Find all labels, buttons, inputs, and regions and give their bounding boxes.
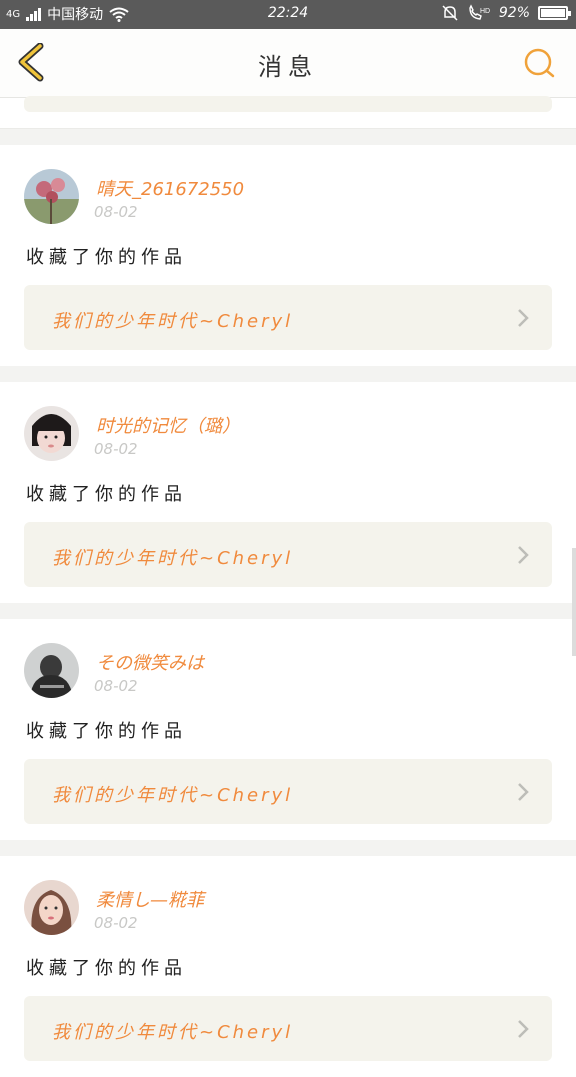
work-title: 我们的少年时代~Cheryl	[52, 1022, 294, 1043]
previous-work-link[interactable]	[24, 96, 552, 112]
page-title: 消息	[258, 53, 318, 81]
username[interactable]: その微笑みは	[96, 649, 204, 675]
message-card: 晴天_261672550 08-02 收藏了你的作品 我们的少年时代~Chery…	[0, 145, 576, 366]
card-divider	[0, 129, 576, 145]
message-card: その微笑みは 08-02 收藏了你的作品 我们的少年时代~Cheryl	[0, 619, 576, 840]
battery-fill	[541, 9, 565, 17]
avatar[interactable]	[24, 406, 79, 461]
scrollbar[interactable]	[572, 548, 576, 656]
svg-text:HD: HD	[480, 8, 490, 15]
message-date: 08-02	[94, 440, 138, 458]
chevron-right-icon	[518, 1020, 529, 1038]
username[interactable]: 时光的记忆（璐）	[96, 412, 240, 438]
message-feed[interactable]: 晴天_261672550 08-02 收藏了你的作品 我们的少年时代~Chery…	[0, 96, 576, 1077]
work-link[interactable]: 我们的少年时代~Cheryl	[24, 996, 552, 1061]
mute-bell-icon	[442, 5, 458, 21]
action-text: 收藏了你的作品	[26, 721, 187, 742]
avatar[interactable]	[24, 169, 79, 224]
message-date: 08-02	[94, 914, 138, 932]
chevron-right-icon	[518, 546, 529, 564]
message-card: 柔情し—糀菲 08-02 收藏了你的作品 我们的少年时代~Cheryl	[0, 856, 576, 1077]
card-divider	[0, 840, 576, 856]
username[interactable]: 柔情し—糀菲	[96, 886, 204, 912]
title-bar: 消息	[0, 29, 576, 98]
card-divider	[0, 366, 576, 382]
previous-card-stub	[0, 96, 576, 129]
message-date: 08-02	[94, 677, 138, 695]
message-card: 时光的记忆（璐） 08-02 收藏了你的作品 我们的少年时代~Cheryl	[0, 382, 576, 603]
avatar[interactable]	[24, 880, 79, 935]
action-text: 收藏了你的作品	[26, 484, 187, 505]
search-icon[interactable]	[522, 46, 556, 80]
message-date: 08-02	[94, 203, 138, 221]
work-link[interactable]: 我们的少年时代~Cheryl	[24, 522, 552, 587]
status-right: HD 92%	[441, 4, 571, 22]
action-text: 收藏了你的作品	[26, 958, 187, 979]
work-title: 我们的少年时代~Cheryl	[52, 785, 294, 806]
battery-icon	[538, 6, 571, 20]
work-title: 我们的少年时代~Cheryl	[52, 311, 294, 332]
card-divider	[0, 603, 576, 619]
work-link[interactable]: 我们的少年时代~Cheryl	[24, 759, 552, 824]
avatar[interactable]	[24, 643, 79, 698]
call-hd-icon: HD	[469, 4, 490, 20]
chevron-right-icon	[518, 783, 529, 801]
action-text: 收藏了你的作品	[26, 247, 187, 268]
work-title: 我们的少年时代~Cheryl	[52, 548, 294, 569]
chevron-right-icon	[518, 309, 529, 327]
battery-percent: 92%	[498, 5, 530, 21]
username[interactable]: 晴天_261672550	[96, 175, 244, 201]
status-bar: 4G 中国移动 22:24 HD 92%	[0, 0, 576, 29]
work-link[interactable]: 我们的少年时代~Cheryl	[24, 285, 552, 350]
